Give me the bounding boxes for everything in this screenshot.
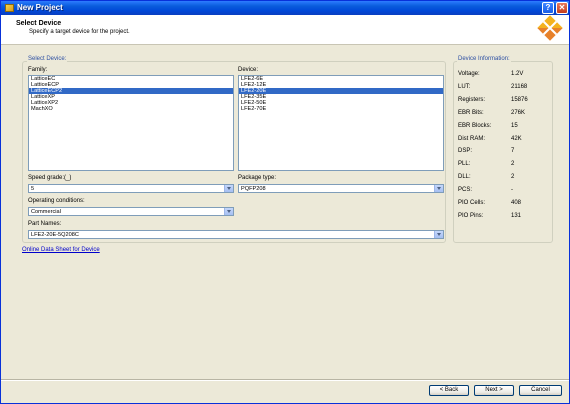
- device-info-value: 7: [511, 148, 515, 155]
- device-info-key: Registers:: [458, 96, 486, 103]
- close-button[interactable]: ✕: [556, 2, 568, 14]
- device-info-key: LUT:: [458, 83, 471, 90]
- select-device-group-label: Select Device:: [27, 56, 68, 62]
- device-label: Device:: [238, 67, 259, 73]
- device-info-value: 1.2V: [511, 71, 524, 77]
- device-info-value: 2: [511, 174, 515, 181]
- device-info-value: -: [511, 187, 513, 194]
- device-info-key: PCS:: [458, 187, 473, 194]
- device-info-value: 131: [511, 212, 522, 219]
- page-subtitle: Specify a target device for the project.: [29, 29, 130, 35]
- help-icon: ?: [545, 3, 551, 12]
- chevron-down-icon[interactable]: [224, 185, 233, 192]
- app-icon: [5, 4, 14, 12]
- page-title: Select Device: [16, 20, 62, 27]
- wizard-header: Select Device Specify a target device fo…: [1, 15, 569, 45]
- device-info-value: 15876: [511, 96, 528, 103]
- online-data-sheet-link[interactable]: Online Data Sheet for Device: [22, 247, 100, 253]
- speed-grade-select[interactable]: 5: [28, 184, 234, 193]
- device-info-key: EBR Blocks:: [458, 122, 492, 129]
- part-names-select[interactable]: LFE2-20E-5Q208C: [28, 230, 444, 239]
- new-project-window: New Project ? ✕ Select Device Specify a …: [0, 0, 570, 404]
- device-info-value: 2: [511, 161, 515, 168]
- family-listbox[interactable]: LatticeEC LatticeECP LatticeECP2 LatticeXP L…: [28, 75, 234, 171]
- chevron-down-icon[interactable]: [224, 208, 233, 215]
- lattice-logo-icon: [537, 15, 563, 41]
- device-info-key: EBR Bits:: [458, 109, 484, 116]
- device-info-key: DLL:: [458, 174, 471, 181]
- list-item[interactable]: LFE2-70E: [239, 106, 443, 112]
- family-label: Family:: [28, 67, 48, 73]
- footer-divider-highlight: [1, 380, 569, 381]
- package-type-select[interactable]: PQFP208: [238, 184, 444, 193]
- device-info-key: PLL:: [458, 161, 471, 168]
- device-info-key: PIO Cells:: [458, 200, 486, 206]
- list-item[interactable]: MachXO: [29, 106, 233, 112]
- operating-conditions-label: Operating conditions:: [28, 198, 85, 204]
- chevron-down-icon[interactable]: [434, 185, 443, 192]
- device-info-key: DSP:: [458, 148, 473, 155]
- window-title: New Project: [17, 3, 63, 12]
- device-information-group-label: Device Information:: [457, 56, 511, 62]
- device-info-value: 408: [511, 200, 522, 206]
- close-icon: ✕: [558, 3, 566, 12]
- device-info-value: 276K: [511, 109, 526, 116]
- operating-conditions-select[interactable]: Commercial: [28, 207, 234, 216]
- part-names-value: LFE2-20E-5Q208C: [31, 232, 79, 238]
- cancel-button[interactable]: Cancel: [519, 385, 562, 396]
- operating-conditions-value: Commercial: [31, 209, 61, 215]
- speed-grade-value: 5: [31, 186, 35, 192]
- part-names-label: Part Names:: [28, 221, 62, 227]
- back-button[interactable]: < Back: [429, 385, 469, 396]
- device-info-value: 15: [511, 122, 518, 129]
- speed-grade-label: Speed grade:(_): [28, 175, 72, 181]
- device-info-value: 21168: [511, 83, 528, 90]
- device-info-value: 42K: [511, 135, 522, 142]
- chevron-down-icon[interactable]: [434, 231, 443, 238]
- package-type-value: PQFP208: [241, 186, 266, 192]
- device-info-key: Voltage:: [458, 71, 480, 77]
- device-listbox[interactable]: LFE2-6E LFE2-12E LFE2-20E LFE2-35E LFE2-50E L…: [238, 75, 444, 171]
- device-info-key: PIO Pins:: [458, 212, 484, 219]
- help-button[interactable]: ?: [542, 2, 554, 14]
- package-type-label: Package type:: [238, 175, 277, 181]
- device-info-key: Dist RAM:: [458, 135, 485, 142]
- title-bar[interactable]: New Project ? ✕: [1, 1, 569, 15]
- next-button[interactable]: Next >: [474, 385, 514, 396]
